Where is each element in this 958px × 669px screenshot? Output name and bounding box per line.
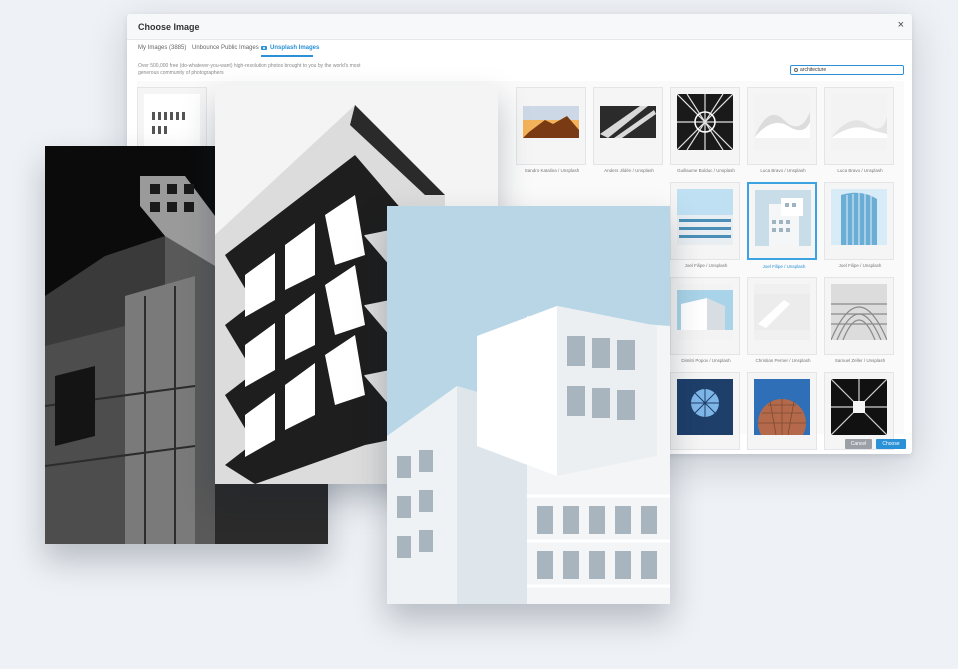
image-thumbnail (144, 94, 200, 150)
active-tab-indicator (261, 55, 313, 57)
image-tile[interactable]: Christian Perner / Unsplash (747, 277, 817, 363)
image-thumbnail (754, 284, 810, 340)
image-thumbnail (677, 94, 733, 150)
photo-credit-link[interactable]: Samuel Zeller / Unsplash (825, 358, 895, 363)
photo-credit-link[interactable]: Joel Filipe / Unsplash (749, 264, 819, 269)
image-thumbnail (677, 284, 733, 340)
camera-icon (261, 45, 267, 50)
photo-credit-link[interactable]: Dimitri Popov / Unsplash (671, 358, 741, 363)
image-tile[interactable]: Luca Bravo / Unsplash (824, 87, 894, 173)
image-tile[interactable]: Joel Filipe / Unsplash (670, 182, 740, 268)
image-tile-selected[interactable]: Joel Filipe / Unsplash (747, 182, 817, 269)
image-tile[interactable]: Sandro Katalina / Unsplash (516, 87, 586, 173)
cancel-button[interactable]: Cancel (845, 439, 872, 449)
tab-my-images[interactable]: My Images (3885) (138, 45, 186, 51)
image-tile[interactable]: Joel Filipe / Unsplash (824, 182, 894, 268)
image-thumbnail (831, 94, 887, 150)
photo-credit-link[interactable]: Luca Bravo / Unsplash (748, 168, 818, 173)
photo-credit-link[interactable]: Joel Filipe / Unsplash (671, 263, 741, 268)
image-thumbnail (831, 379, 887, 435)
search-icon (794, 68, 798, 72)
modal-header: Choose Image × (127, 14, 912, 40)
search-field[interactable] (790, 65, 904, 75)
tab-unsplash-label: Unsplash Images (270, 45, 320, 51)
image-thumbnail (754, 379, 810, 435)
modal-title: Choose Image (138, 22, 200, 32)
search-input[interactable] (800, 66, 900, 74)
image-thumbnail (523, 94, 579, 150)
choose-button[interactable]: Choose (876, 439, 906, 449)
image-thumbnail (754, 94, 810, 150)
image-tile[interactable]: Anders Jildén / Unsplash (593, 87, 663, 173)
image-tile[interactable]: Samuel Zeller / Unsplash (824, 277, 894, 363)
image-thumbnail (600, 94, 656, 150)
close-icon[interactable]: × (898, 19, 904, 31)
image-thumbnail (677, 379, 733, 435)
image-tile[interactable] (670, 372, 740, 450)
photo-credit-link[interactable]: Sandro Katalina / Unsplash (517, 168, 587, 173)
tab-unsplash-images[interactable]: Unsplash Images (261, 45, 319, 51)
photo-credit-link[interactable]: Christian Perner / Unsplash (748, 358, 818, 363)
image-tile[interactable] (747, 372, 817, 450)
white-modern-building-photo (387, 206, 670, 604)
image-thumbnail (831, 189, 887, 245)
image-tile[interactable]: Dimitri Popov / Unsplash (670, 277, 740, 363)
photo-credit-link[interactable]: Anders Jildén / Unsplash (594, 168, 664, 173)
image-thumbnail (831, 284, 887, 340)
tab-public-images[interactable]: Unbounce Public Images (192, 45, 259, 51)
image-thumbnail (677, 189, 733, 245)
image-tile[interactable]: Guillaume Bolduc / Unsplash (670, 87, 740, 173)
photo-credit-link[interactable]: Guillaume Bolduc / Unsplash (671, 168, 741, 173)
photo-credit-link[interactable]: Joel Filipe / Unsplash (825, 263, 895, 268)
image-thumbnail (755, 190, 811, 246)
image-tile[interactable]: Luca Bravo / Unsplash (747, 87, 817, 173)
photo-credit-link[interactable]: Luca Bravo / Unsplash (825, 168, 895, 173)
unsplash-description: Over 500,000 free (do-whatever-you-want)… (138, 63, 361, 76)
